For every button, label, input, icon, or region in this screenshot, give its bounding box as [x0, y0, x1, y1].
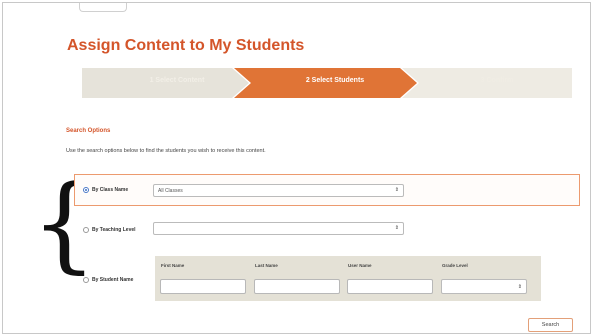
user-name-input[interactable]: [347, 279, 433, 294]
step-2-label: 2 Select Students: [305, 77, 365, 84]
class-name-select[interactable]: All Classes ⇕: [153, 184, 404, 197]
teaching-level-select[interactable]: ⇕: [153, 222, 404, 235]
grade-level-select[interactable]: ⇕: [441, 279, 527, 294]
grade-level-label: Grade Level: [442, 263, 468, 268]
first-name-label: First Name: [161, 263, 185, 268]
search-button[interactable]: Search: [528, 318, 573, 332]
radio-by-student-name[interactable]: [83, 277, 89, 283]
step-progress-bar: 1 Select Content 2 Select Students 3 Con…: [82, 68, 572, 98]
radio-by-teaching-level[interactable]: [83, 227, 89, 233]
step-3-label: 3 Confirm: [480, 77, 514, 84]
radio-by-class-name[interactable]: [83, 187, 89, 193]
select-arrows-icon: ⇕: [517, 284, 522, 290]
student-name-panel: First Name Last Name User Name Grade Lev…: [155, 256, 541, 301]
last-name-input[interactable]: [254, 279, 340, 294]
top-tab[interactable]: [79, 3, 127, 12]
select-arrows-icon: ⇕: [394, 225, 399, 231]
by-teaching-level-label: By Teaching Level: [92, 227, 136, 233]
search-options-title: Search Options: [66, 128, 111, 134]
by-student-name-label: By Student Name: [92, 277, 134, 283]
search-instructions: Use the search options below to find the…: [66, 148, 266, 154]
page-title: Assign Content to My Students: [67, 37, 305, 54]
last-name-label: Last Name: [255, 263, 278, 268]
step-1-label: 1 Select Content: [149, 77, 205, 84]
select-arrows-icon: ⇕: [394, 187, 399, 193]
first-name-input[interactable]: [160, 279, 246, 294]
by-class-name-label: By Class Name: [92, 187, 129, 193]
class-name-select-value: All Classes: [158, 188, 183, 194]
user-name-label: User Name: [348, 263, 372, 268]
content-frame: Assign Content to My Students 1 Select C…: [2, 2, 591, 334]
